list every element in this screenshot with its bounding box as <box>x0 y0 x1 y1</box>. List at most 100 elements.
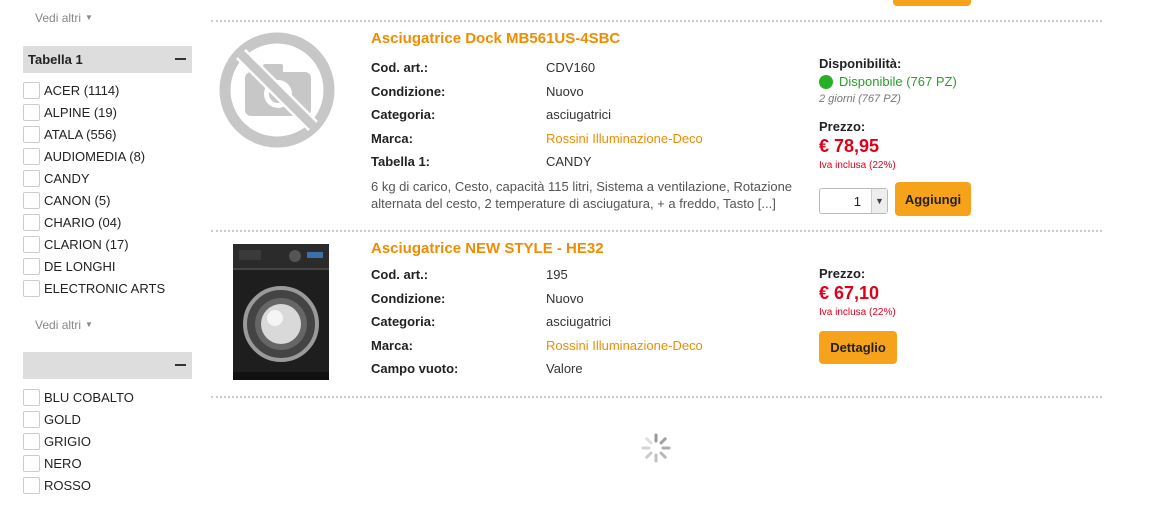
filter-option[interactable]: DE LONGHI <box>23 255 165 277</box>
checkbox[interactable] <box>23 235 40 253</box>
product-description: 6 kg di carico, Cesto, capacità 115 litr… <box>371 179 793 211</box>
spec-value: CANDY <box>546 154 592 170</box>
price-label: Prezzo: <box>819 266 866 281</box>
filter-header-colors[interactable] <box>23 352 192 379</box>
filter-option[interactable]: CHARIO (04) <box>23 211 165 233</box>
filter-option[interactable]: GOLD <box>23 408 134 430</box>
checkbox[interactable] <box>23 213 40 231</box>
filter-option-label: NERO <box>44 455 82 471</box>
spec-value: asciugatrici <box>546 107 612 123</box>
filter-option[interactable]: BLU COBALTO <box>23 386 134 408</box>
spec-row: Condizione: Nuovo <box>371 80 703 104</box>
product-purchase-panel: Disponibilità: Disponibile (767 PZ) 2 gi… <box>819 56 957 171</box>
filter-option[interactable]: GRIGIO <box>23 430 134 452</box>
filter-option[interactable]: ALPINE (19) <box>23 101 165 123</box>
filter-option-label: AUDIOMEDIA (8) <box>44 148 146 164</box>
spec-label: Categoria: <box>371 314 436 330</box>
checkbox[interactable] <box>23 191 40 209</box>
filter-list-tabella-1: ACER (1114) ALPINE (19) ATALA (556) AUDI… <box>23 79 165 299</box>
filter-option[interactable]: AUDIOMEDIA (8) <box>23 145 165 167</box>
details-button[interactable]: Dettaglio <box>819 331 897 364</box>
collapse-minus-icon[interactable] <box>175 58 186 60</box>
spec-row: Categoria: asciugatrici <box>371 103 703 127</box>
checkbox[interactable] <box>23 103 40 121</box>
see-more-link[interactable]: Vedi altri ▼ <box>35 11 93 25</box>
chevron-down-icon[interactable]: ▼ <box>871 189 887 213</box>
see-more-link[interactable]: Vedi altri ▼ <box>35 318 93 332</box>
delivery-time: 2 giorni (767 PZ) <box>819 93 901 105</box>
product-divider <box>211 396 1102 398</box>
filter-header-tabella-1[interactable]: Tabella 1 <box>23 46 192 73</box>
spec-row: Cod. art.: CDV160 <box>371 56 703 80</box>
spec-value: asciugatrici <box>546 314 612 330</box>
spec-label: Categoria: <box>371 107 436 123</box>
available-dot-icon <box>819 74 833 89</box>
checkbox[interactable] <box>23 279 40 297</box>
spec-label: Cod. art.: <box>371 60 429 76</box>
filter-option-label: CLARION (17) <box>44 236 129 252</box>
filter-option[interactable]: CANDY <box>23 167 165 189</box>
spec-label: Tabella 1: <box>371 154 431 170</box>
spec-value: Nuovo <box>546 290 584 306</box>
checkbox[interactable] <box>23 388 40 406</box>
filter-option-label: DE LONGHI <box>44 258 116 274</box>
filter-option[interactable]: ATALA (556) <box>23 123 165 145</box>
filter-option-label: ELECTRONIC ARTS <box>44 280 166 296</box>
checkbox[interactable] <box>23 81 40 99</box>
filter-option[interactable]: CANON (5) <box>23 189 165 211</box>
brand-link[interactable]: Rossini Illuminazione-Deco <box>546 338 703 353</box>
filter-option-label: CANON (5) <box>44 192 111 208</box>
filter-option[interactable]: CLARION (17) <box>23 233 165 255</box>
price: € 67,10 <box>819 283 880 303</box>
filter-title: Tabella 1 <box>28 52 83 67</box>
filter-option-label: BLU COBALTO <box>44 389 134 405</box>
product-title-link[interactable]: Asciugatrice NEW STYLE - HE32 <box>371 240 604 257</box>
spec-label: Condizione: <box>371 83 446 99</box>
checkbox[interactable] <box>23 410 40 428</box>
spec-row: Campo vuoto: Valore <box>371 357 703 381</box>
filter-option-label: GOLD <box>44 411 81 427</box>
filter-option-label: ALPINE (19) <box>44 104 117 120</box>
spec-row: Categoria: asciugatrici <box>371 310 703 334</box>
checkbox[interactable] <box>23 169 40 187</box>
spec-label: Campo vuoto: <box>371 361 459 377</box>
checkbox[interactable] <box>23 125 40 143</box>
add-to-cart-button[interactable]: Aggiungi <box>895 182 971 216</box>
filter-option[interactable]: NERO <box>23 452 134 474</box>
no-photo-icon[interactable] <box>219 28 339 178</box>
filter-option-label: CHARIO (04) <box>44 214 122 230</box>
spec-value: CDV160 <box>546 60 596 76</box>
spec-row: Condizione: Nuovo <box>371 287 703 311</box>
checkbox[interactable] <box>23 432 40 450</box>
product-purchase-panel: Prezzo: € 67,10 Iva inclusa (22%) <box>819 266 896 318</box>
vat-note: Iva inclusa (22%) <box>819 307 896 318</box>
see-more-label: Vedi altri <box>35 318 82 332</box>
filter-option[interactable]: ROSSO <box>23 474 134 496</box>
spec-row: Marca: Rossini Illuminazione-Deco <box>371 334 703 358</box>
see-more-label: Vedi altri <box>35 11 82 25</box>
product-specs: Cod. art.: CDV160 Condizione: Nuovo Catego… <box>371 56 703 174</box>
loading-spinner-icon <box>640 432 672 464</box>
filter-list-colors: BLU COBALTO GOLD GRIGIO NERO ROSSO <box>23 386 134 496</box>
spec-label: Condizione: <box>371 290 446 306</box>
previous-product-button[interactable] <box>893 0 971 6</box>
brand-link[interactable]: Rossini Illuminazione-Deco <box>546 131 703 146</box>
checkbox[interactable] <box>23 147 40 165</box>
washing-machine-photo[interactable] <box>229 240 333 384</box>
product-title-link[interactable]: Asciugatrice Dock MB561US-4SBC <box>371 30 620 47</box>
filter-option-label: CANDY <box>44 170 90 186</box>
availability-label: Disponibilità: <box>819 56 902 71</box>
filter-option[interactable]: ELECTRONIC ARTS <box>23 277 165 299</box>
collapse-minus-icon[interactable] <box>175 364 186 366</box>
spec-value: Nuovo <box>546 83 584 99</box>
availability-text: Disponibile (767 PZ) <box>839 74 957 89</box>
filter-option[interactable]: ACER (1114) <box>23 79 165 101</box>
checkbox[interactable] <box>23 476 40 494</box>
quantity-select[interactable]: 1 ▼ <box>819 188 888 214</box>
checkbox[interactable] <box>23 257 40 275</box>
filter-option-label: ACER (1114) <box>44 82 120 98</box>
spec-label: Marca: <box>371 337 413 353</box>
spec-value: Valore <box>546 361 583 377</box>
filter-option-label: ATALA (556) <box>44 126 117 142</box>
checkbox[interactable] <box>23 454 40 472</box>
